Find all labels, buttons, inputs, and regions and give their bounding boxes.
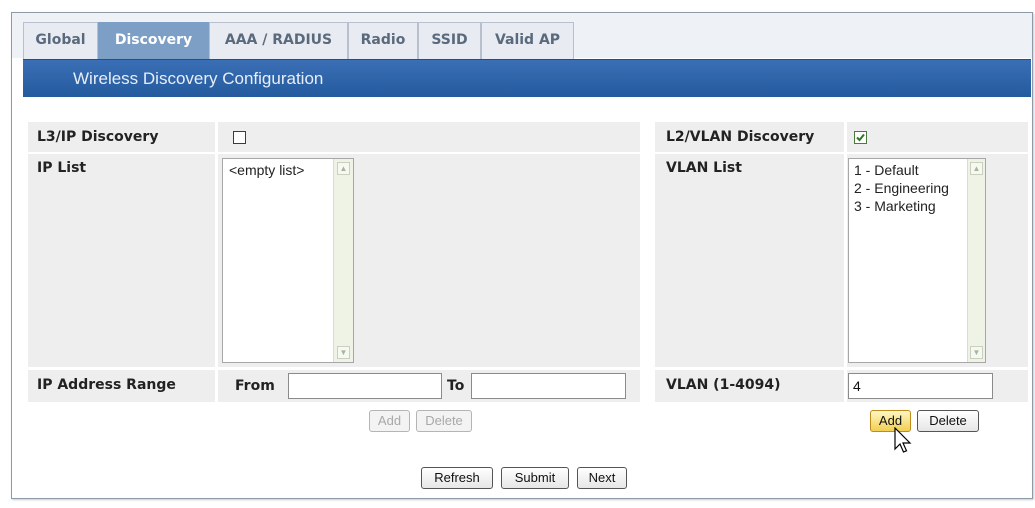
l3-discovery-value-cell [218,122,640,152]
scroll-up-icon[interactable]: ▲ [337,162,350,175]
vlan-list-label: VLAN List [666,160,742,176]
tab-aaa-radius[interactable]: AAA / RADIUS [209,22,348,59]
ip-range-to-input[interactable] [471,373,626,399]
vlan-list-item[interactable]: 2 - Engineering [854,180,949,196]
ip-list-item[interactable]: <empty list> [229,162,304,178]
refresh-button[interactable]: Refresh [421,467,493,489]
mouse-pointer-icon [894,427,912,453]
scroll-down-icon[interactable]: ▼ [970,346,983,359]
to-label: To [447,378,465,394]
ip-range-label: IP Address Range [37,377,176,393]
next-button[interactable]: Next [577,467,627,489]
vlan-list-label-cell: VLAN List [655,154,844,367]
vlan-delete-button[interactable]: Delete [917,410,979,432]
ip-range-label-cell: IP Address Range [28,370,215,402]
vlan-id-input[interactable]: 4 [848,373,993,399]
section-title: Wireless Discovery Configuration [73,69,324,88]
tab-global[interactable]: Global [23,22,98,59]
ip-list-label-cell: IP List [28,154,215,367]
l2-discovery-checkbox[interactable] [854,131,867,144]
ip-list-box[interactable]: <empty list> ▲ ▼ [222,158,354,363]
vlan-list-value-cell: 1 - Default 2 - Engineering 3 - Marketin… [847,154,1028,367]
scroll-down-icon[interactable]: ▼ [337,346,350,359]
section-title-bar: Wireless Discovery Configuration [23,59,1031,97]
vlan-input-value-cell: 4 [847,370,1028,402]
ip-delete-button[interactable]: Delete [416,410,472,432]
l2-discovery-value-cell [847,122,1028,152]
tab-ssid[interactable]: SSID [418,22,481,59]
vlan-list-item[interactable]: 1 - Default [854,162,919,178]
config-panel: Global Discovery AAA / RADIUS Radio SSID… [11,12,1033,499]
ip-list-scrollbar[interactable]: ▲ ▼ [333,159,353,362]
vlan-list-scrollbar[interactable]: ▲ ▼ [967,159,985,362]
ip-list-value-cell: <empty list> ▲ ▼ [218,154,640,367]
vlan-input-label: VLAN (1-4094) [666,377,781,393]
l3-discovery-label: L3/IP Discovery [37,129,159,145]
submit-button[interactable]: Submit [501,467,569,489]
ip-list-label: IP List [37,160,87,176]
vlan-list-box[interactable]: 1 - Default 2 - Engineering 3 - Marketin… [848,158,986,363]
ip-range-from-input[interactable] [288,373,442,399]
tab-bar: Global Discovery AAA / RADIUS Radio SSID… [12,13,1032,59]
tab-discovery[interactable]: Discovery [98,22,209,59]
ip-range-value-cell: From To [218,370,640,402]
scroll-up-icon[interactable]: ▲ [970,162,983,175]
l3-discovery-label-cell: L3/IP Discovery [28,122,215,152]
l3-discovery-checkbox[interactable] [233,131,246,144]
l2-discovery-label: L2/VLAN Discovery [666,129,815,145]
tab-valid-ap[interactable]: Valid AP [481,22,574,59]
l2-discovery-label-cell: L2/VLAN Discovery [655,122,844,152]
tab-radio[interactable]: Radio [348,22,418,59]
from-label: From [235,378,275,394]
ip-add-button[interactable]: Add [369,410,410,432]
vlan-list-item[interactable]: 3 - Marketing [854,198,936,214]
checkmark-icon [856,133,865,142]
vlan-input-label-cell: VLAN (1-4094) [655,370,844,402]
